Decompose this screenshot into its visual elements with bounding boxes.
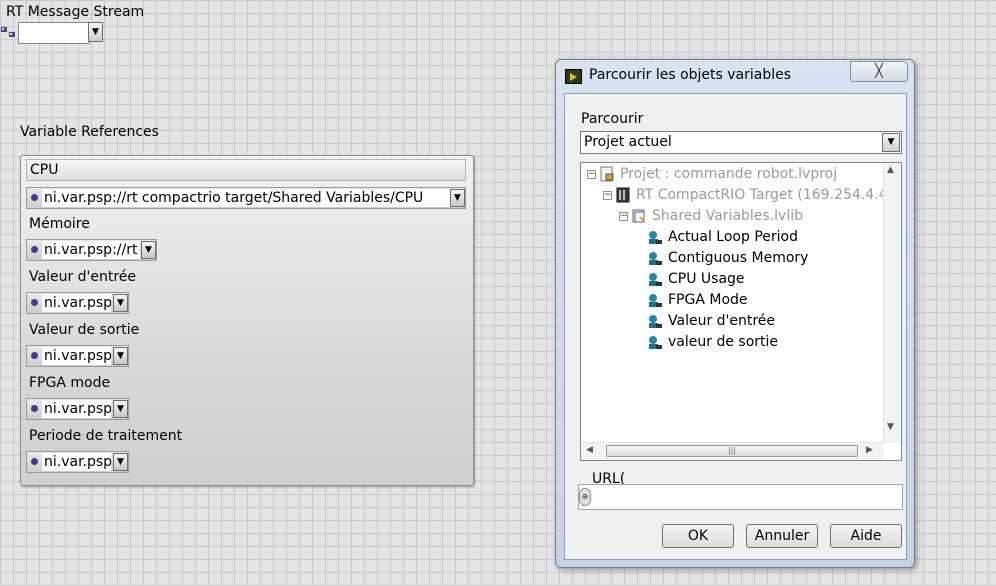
scroll-down-icon[interactable]: ▼ [887,422,894,432]
shared-variable-icon [649,315,662,328]
labview-app-icon [565,69,582,84]
horizontal-scrollbar[interactable]: ◀ ||| ▶ [581,442,884,460]
memoire-refnum-control[interactable]: ni.var.psp://rt ▼ [26,239,157,261]
memoire-label: Mémoire [29,216,90,232]
cpu-label: CPU [26,159,466,181]
chevron-down-icon[interactable]: ▼ [113,453,128,471]
cancel-button[interactable]: Annuler [746,524,818,548]
collapse-icon[interactable]: − [619,212,628,221]
refnum-dot-icon [31,352,38,359]
variable-references-label: Variable References [20,124,159,140]
shared-variable-icon [649,273,662,286]
periode-label: Periode de traitement [29,428,183,444]
help-button[interactable]: Aide [830,524,902,548]
chevron-down-icon[interactable]: ▼ [113,347,128,365]
valeur-entree-label: Valeur d'entrée [29,269,137,285]
tree-item-label: Valeur d'entrée [668,313,776,329]
refnum-dot-icon [31,299,38,306]
tree-item-label: Projet : commande robot.lvproj [620,166,838,182]
fpga-mode-refnum-value[interactable]: ni.var.psp [42,400,111,418]
variable-references-cluster: CPU ni.var.psp://rt compactrio target/Sh… [20,155,474,486]
url-increment-icon[interactable]: ⊕ [579,488,591,506]
refnum-dot-icon [31,246,38,253]
rt-message-stream-control[interactable]: ▼ [0,21,104,44]
periode-refnum-value[interactable]: ni.var.psp [42,453,111,471]
scroll-thumb[interactable]: ||| [606,445,858,457]
scroll-up-icon[interactable]: ▲ [887,165,894,175]
valeur-entree-refnum-control[interactable]: ni.var.psp ▼ [26,292,129,314]
chevron-down-icon[interactable]: ▼ [882,133,900,152]
valeur-sortie-refnum-value[interactable]: ni.var.psp [42,347,111,365]
cpu-refnum-control[interactable]: ni.var.psp://rt compactrio target/Shared… [26,187,466,209]
valeur-entree-refnum-value[interactable]: ni.var.psp [42,294,111,312]
valeur-sortie-refnum-control[interactable]: ni.var.psp ▼ [26,345,129,367]
close-icon: ╳ [875,64,883,79]
close-button[interactable]: ╳ [850,61,908,82]
collapse-icon[interactable]: − [603,191,612,200]
valeur-sortie-label: Valeur de sortie [29,322,140,338]
vertical-scrollbar[interactable]: ▲ ▼ [883,163,901,443]
fpga-mode-label: FPGA mode [29,375,111,391]
project-icon [600,166,614,182]
tree-item-label: Shared Variables.lvlib [652,208,804,224]
refnum-dot-icon [31,194,38,201]
tree-item-label: FPGA Mode [668,292,748,308]
url-field[interactable]: ⊕ [578,484,903,510]
chevron-down-icon[interactable]: ▼ [88,22,103,42]
fpga-mode-refnum-control[interactable]: ni.var.psp ▼ [26,398,129,420]
library-icon [632,209,645,223]
dialog-title: Parcourir les objets variables [589,67,792,83]
crio-target-icon [616,187,630,203]
tree-item-label: CPU Usage [668,271,745,287]
collapse-icon[interactable]: − [587,170,596,179]
browse-dropdown-value: Projet actuel [584,134,672,150]
shared-variable-icon [649,336,662,349]
refnum-dot-icon [31,405,38,412]
shared-variable-icon [649,252,662,265]
browse-label: Parcourir [581,111,644,127]
network-stream-icon [1,27,15,37]
tree-item-label: Actual Loop Period [668,229,798,245]
chevron-down-icon[interactable]: ▼ [113,400,128,418]
chevron-down-icon[interactable]: ▼ [450,189,465,207]
rt-message-stream-label: RT Message Stream [6,4,145,20]
chevron-down-icon[interactable]: ▼ [141,241,156,259]
browse-variables-dialog: Parcourir les objets variables ╳ Parcour… [555,59,915,568]
cpu-refnum-value[interactable]: ni.var.psp://rt compactrio target/Shared… [42,189,451,207]
tree-item-label: Contiguous Memory [668,250,809,266]
dialog-body: Parcourir Projet actuel ▼ − Projet : com… [564,93,907,560]
scroll-left-icon[interactable]: ◀ [586,445,593,455]
variable-tree[interactable]: − Projet : commande robot.lvproj − RT Co… [580,162,902,461]
periode-refnum-control[interactable]: ni.var.psp ▼ [26,451,129,473]
tree-item-label: valeur de sortie [668,334,779,350]
scroll-right-icon[interactable]: ▶ [866,445,873,455]
shared-variable-icon [649,231,662,244]
ok-button[interactable]: OK [662,524,734,548]
chevron-down-icon[interactable]: ▼ [113,294,128,312]
rt-message-stream-field[interactable] [18,22,90,44]
memoire-refnum-value[interactable]: ni.var.psp://rt [42,241,140,259]
shared-variable-icon [649,294,662,307]
browse-dropdown[interactable]: Projet actuel ▼ [580,131,902,154]
tree-item-label: RT CompactRIO Target (169.254.4.42) [636,187,902,203]
refnum-dot-icon [31,458,38,465]
